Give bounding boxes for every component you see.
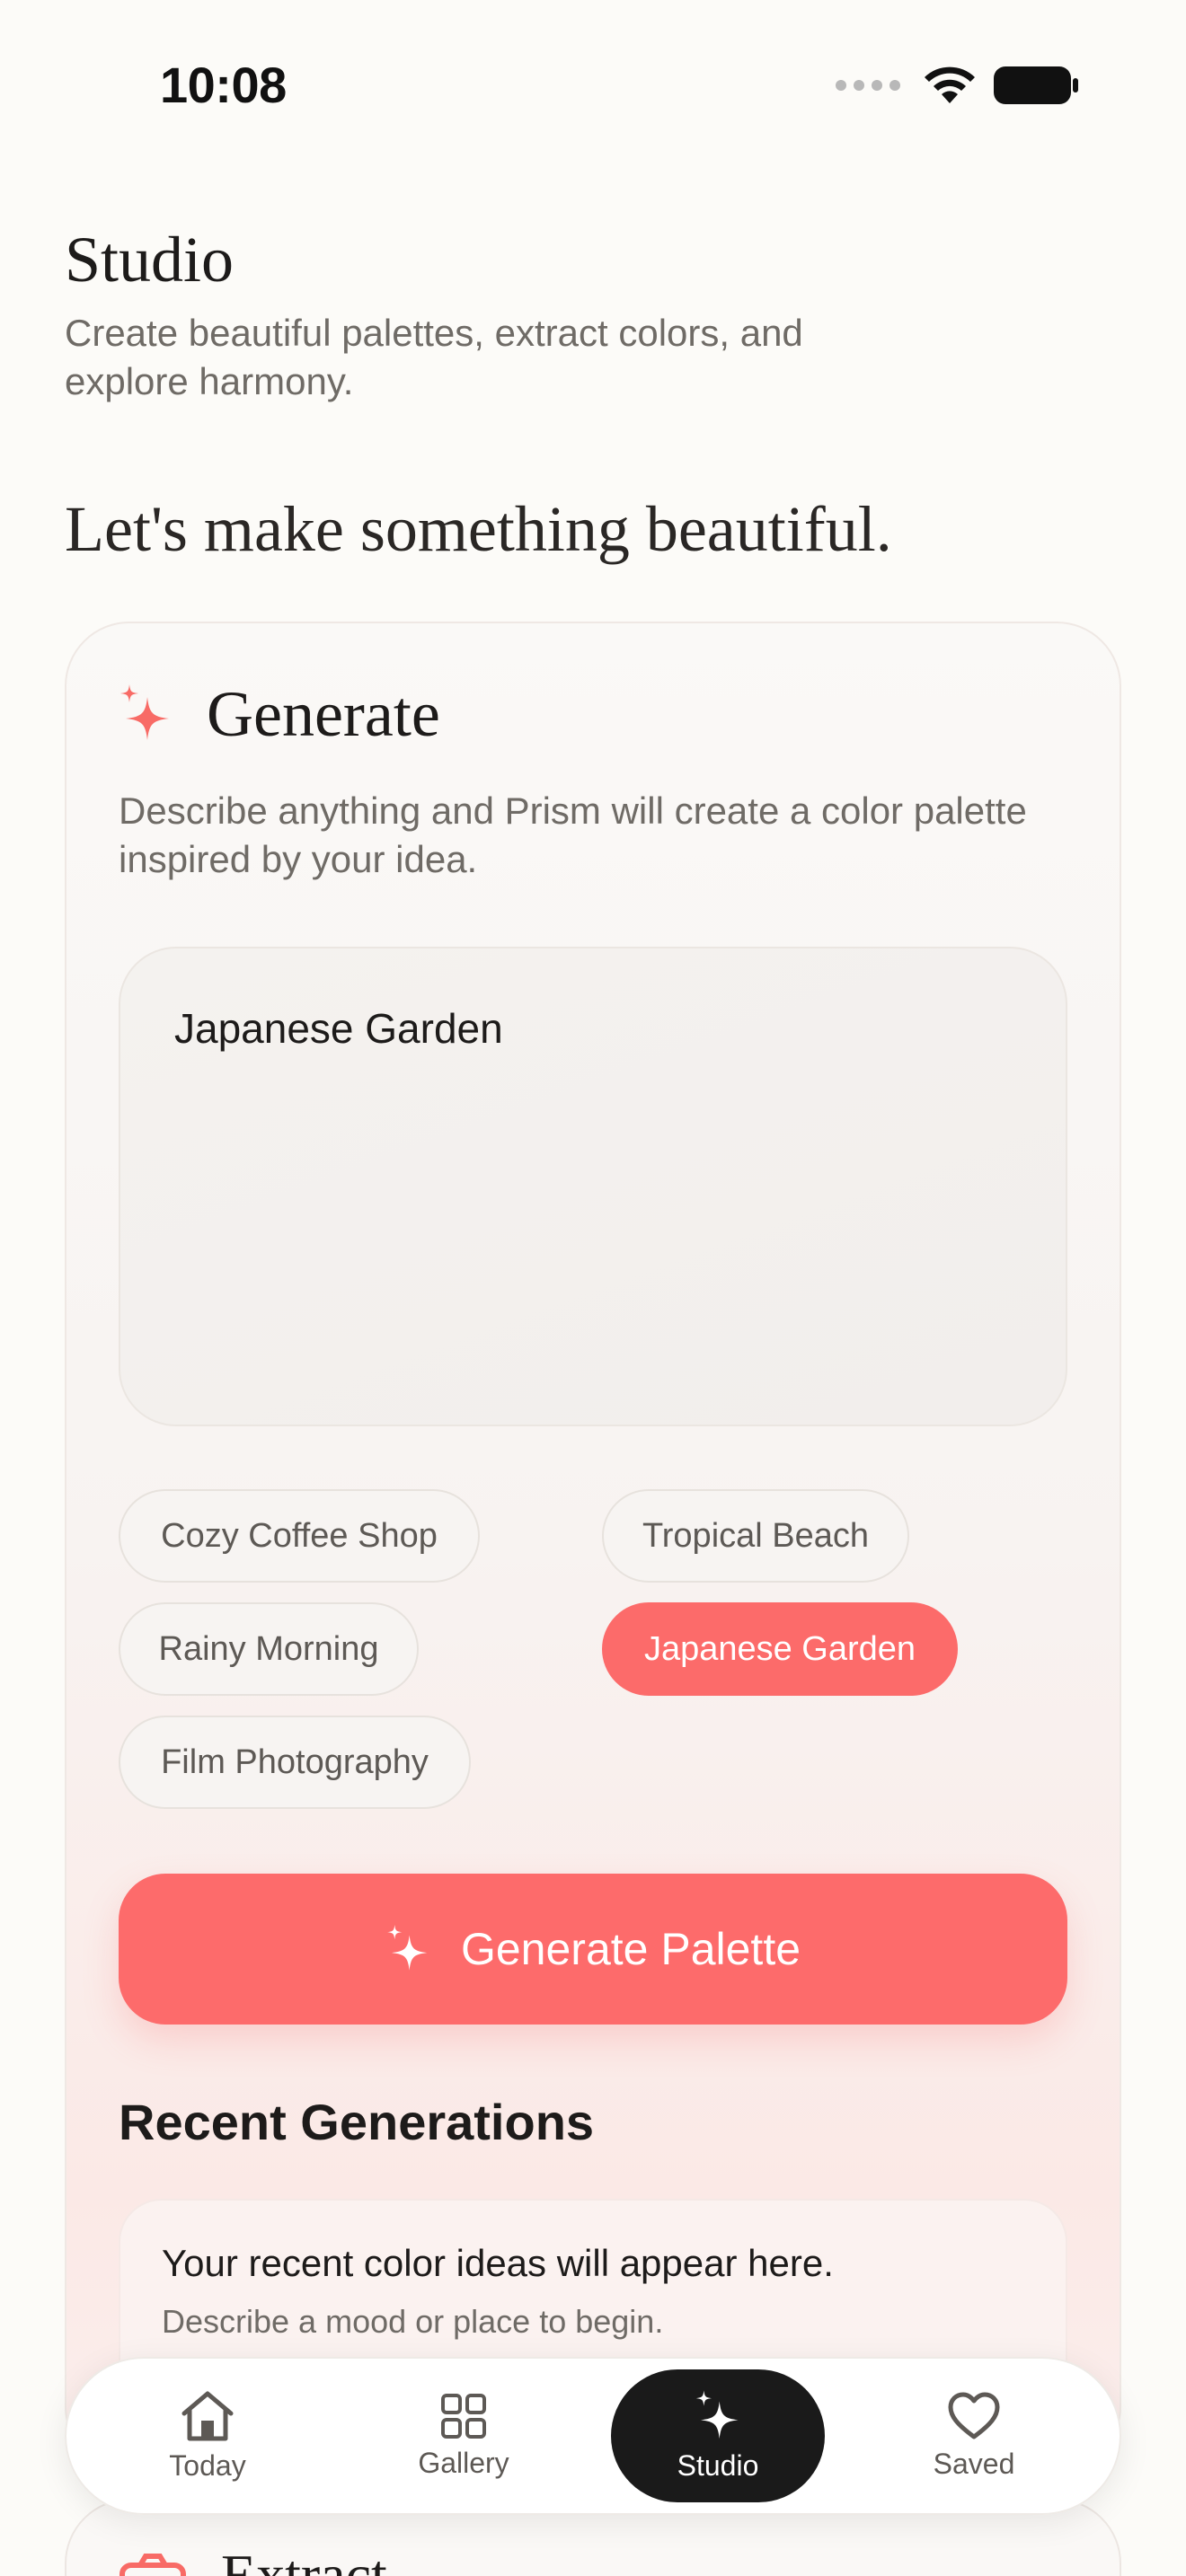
tab-studio[interactable]: Studio xyxy=(611,2369,825,2502)
tab-studio-label: Studio xyxy=(677,2448,759,2482)
camera-icon xyxy=(119,2554,186,2576)
tab-gallery[interactable]: Gallery xyxy=(357,2369,571,2502)
suggestion-chip-cozy-coffee-shop[interactable]: Cozy Coffee Shop xyxy=(119,1489,480,1583)
generate-description: Describe anything and Prism will create … xyxy=(119,790,1027,880)
generate-title: Generate xyxy=(207,678,440,750)
sparkles-icon xyxy=(120,684,169,740)
tab-saved[interactable]: Saved xyxy=(867,2369,1081,2502)
house-icon xyxy=(181,2391,234,2440)
heart-icon xyxy=(948,2392,1000,2439)
battery-icon xyxy=(994,66,1078,104)
tab-saved-label: Saved xyxy=(933,2447,1015,2480)
hero-heading: Let's make something beautiful. xyxy=(65,493,892,565)
generate-palette-label: Generate Palette xyxy=(460,1924,801,1974)
recent-empty-title: Your recent color ideas will appear here… xyxy=(162,2242,834,2284)
studio-screen: 10:08 Studio Create beautiful palettes, … xyxy=(0,0,1186,2576)
suggestion-chip-rainy-morning[interactable]: Rainy Morning xyxy=(119,1602,419,1696)
tab-today[interactable]: Today xyxy=(101,2369,314,2502)
status-icons xyxy=(836,65,1078,106)
sparkles-icon xyxy=(387,1925,428,1971)
tab-today-label: Today xyxy=(169,2448,246,2482)
recent-empty-subtitle: Describe a mood or place to begin. xyxy=(162,2303,664,2340)
suggestion-chip-film-photography[interactable]: Film Photography xyxy=(119,1716,471,1809)
status-time: 10:08 xyxy=(160,57,287,113)
grid-icon xyxy=(441,2393,486,2439)
wifi-icon xyxy=(925,66,975,103)
generate-palette-button[interactable]: Generate Palette xyxy=(119,1874,1067,2025)
page-title: Studio xyxy=(65,224,235,296)
tab-gallery-label: Gallery xyxy=(418,2446,509,2479)
page-subtitle: Create beautiful palettes, extract color… xyxy=(65,312,803,402)
recent-generations-title: Recent Generations xyxy=(119,2094,595,2150)
suggestion-chip-tropical-beach[interactable]: Tropical Beach xyxy=(602,1489,909,1583)
prompt-input[interactable]: Japanese Garden xyxy=(119,947,1067,1426)
cellular-signal-icon xyxy=(836,80,900,91)
suggestion-chip-japanese-garden[interactable]: Japanese Garden xyxy=(602,1602,958,1696)
sparkles-icon xyxy=(695,2389,739,2439)
extract-title: Extract xyxy=(221,2543,387,2576)
